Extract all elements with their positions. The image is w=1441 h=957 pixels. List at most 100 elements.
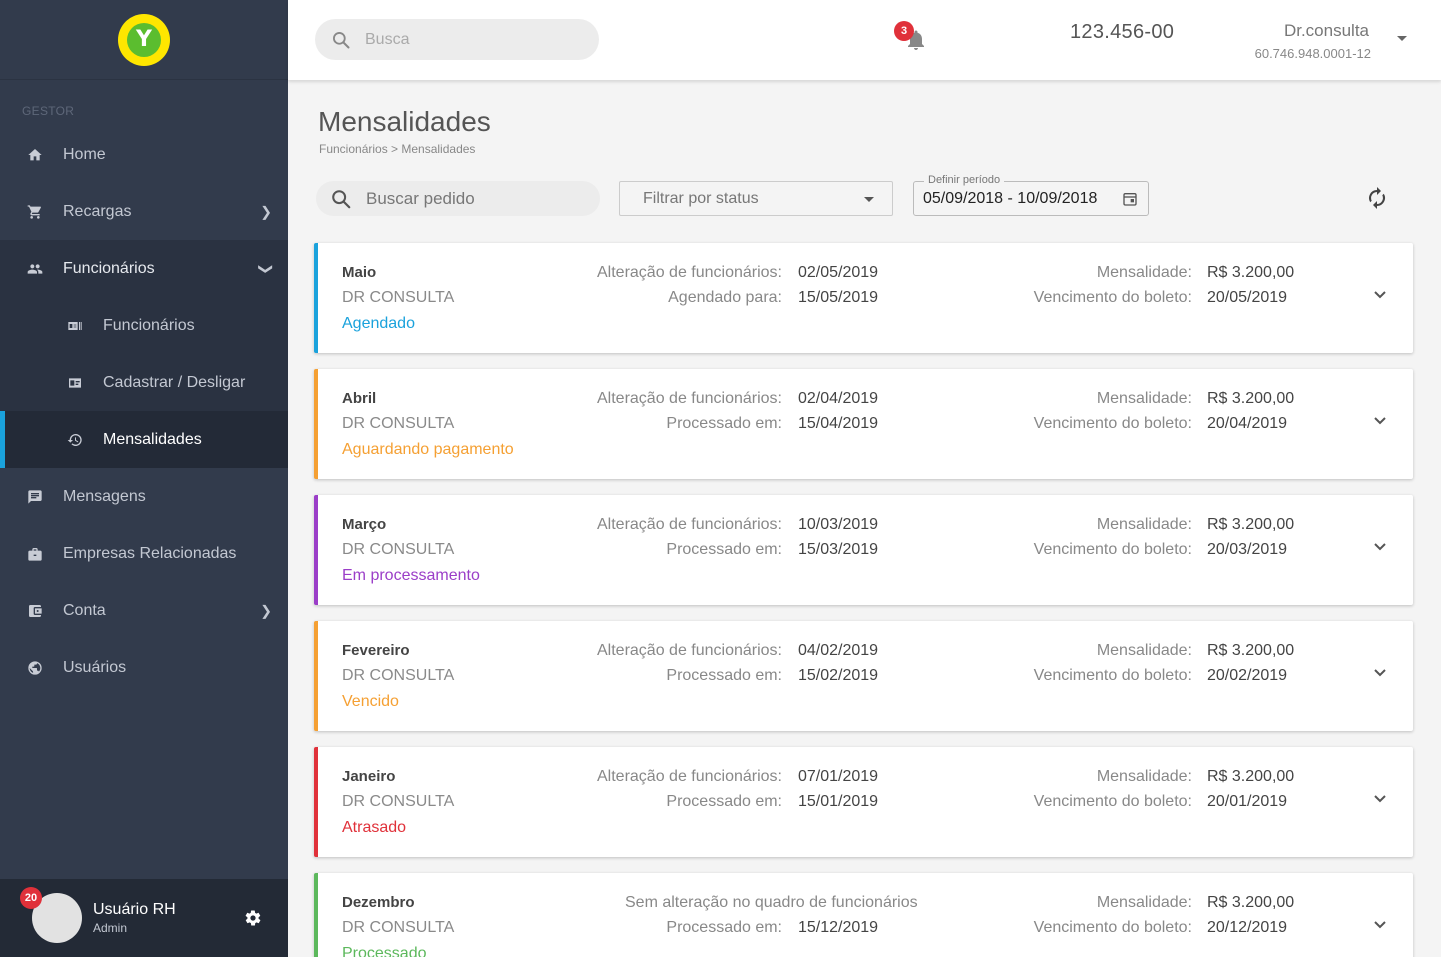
caret-down-icon (864, 197, 874, 202)
card-label-due: Vencimento do boleto: (1033, 667, 1192, 684)
card-value-due: 20/12/2019 (1207, 919, 1288, 936)
chevron-right-icon: ❯ (260, 203, 272, 219)
status-badge: Em processamento (342, 567, 480, 584)
card-value-due: 20/01/2019 (1207, 793, 1288, 810)
card-label-fee: Mensalidade: (1096, 768, 1192, 785)
card-company: DR CONSULTA (342, 289, 455, 306)
notifications-button[interactable]: 3 (892, 21, 932, 57)
sidebar-item-home[interactable]: Home (0, 126, 288, 183)
monthly-fee-card[interactable]: Dezembro DR CONSULTA Processado Sem alte… (314, 873, 1413, 957)
sidebar-item-label: Funcionários (103, 316, 195, 334)
card-value-changes: 04/02/2019 (798, 642, 879, 659)
sidebar-item-label: Home (63, 145, 106, 163)
sidebar-item-label: Funcionários (63, 259, 155, 277)
monthly-fee-card[interactable]: Janeiro DR CONSULTA Atrasado Alteração d… (314, 747, 1413, 857)
card-value-due: 20/02/2019 (1207, 667, 1288, 684)
chevron-down-icon[interactable] (1373, 668, 1387, 678)
order-search[interactable] (316, 181, 600, 216)
period-label: Definir período (924, 174, 1005, 186)
card-value-due: 20/04/2019 (1207, 415, 1288, 432)
card-company: DR CONSULTA (342, 793, 455, 810)
gear-icon[interactable] (244, 909, 262, 927)
topbar: 3 123.456-00 Dr.consulta 60.746.948.0001… (288, 0, 1441, 80)
card-label-date: Processado em: (666, 415, 782, 432)
monthly-fee-card[interactable]: Abril DR CONSULTA Aguardando pagamento A… (314, 369, 1413, 479)
sidebar-item-label: Mensagens (63, 487, 146, 505)
card-label-date: Processado em: (666, 919, 782, 936)
avatar[interactable]: 20 (20, 887, 82, 943)
sidebar-item-funcionarios[interactable]: Funcionários ❯ (0, 240, 288, 297)
submenu-funcionarios: Funcionários Cadastrar / Desligar Mensal… (0, 297, 288, 468)
status-filter-select[interactable]: Filtrar por status (619, 181, 893, 216)
global-search[interactable] (315, 19, 599, 60)
card-label-date: Processado em: (666, 541, 782, 558)
card-month: Janeiro (342, 768, 396, 785)
chevron-down-icon[interactable] (1373, 416, 1387, 426)
card-label-fee: Mensalidade: (1096, 264, 1192, 281)
user-info: Usuário RH Admin (93, 901, 176, 935)
card-label-due: Vencimento do boleto: (1033, 793, 1192, 810)
user-name: Usuário RH (93, 901, 176, 918)
sidebar-item-label: Recargas (63, 202, 132, 220)
sidebar-item-recargas[interactable]: Recargas ❯ (0, 183, 288, 240)
sidebar-subitem-mensalidades[interactable]: Mensalidades (0, 411, 288, 468)
briefcase-icon (26, 545, 44, 563)
sidebar-subitem-funcionarios[interactable]: Funcionários (0, 297, 288, 354)
history-icon (66, 431, 84, 449)
order-search-input[interactable] (366, 188, 586, 209)
sidebar-item-label: Cadastrar / Desligar (103, 373, 246, 391)
profile-id: 60.746.948.0001-12 (1254, 46, 1371, 61)
sidebar-item-label: Conta (63, 601, 106, 619)
period-picker[interactable]: Definir período 05/09/2018 - 10/09/2018 (913, 174, 1149, 216)
card-label-changes: Alteração de funcionários: (597, 264, 782, 281)
card-label-date: Processado em: (666, 667, 782, 684)
status-badge: Atrasado (342, 819, 407, 836)
card-label-due: Vencimento do boleto: (1033, 415, 1192, 432)
sidebar-subitem-cadastrar[interactable]: Cadastrar / Desligar (0, 354, 288, 411)
account-number: 123.456-00 (1070, 21, 1175, 43)
card-value-date: 15/04/2019 (798, 415, 879, 432)
message-icon (26, 488, 44, 506)
card-label-due: Vencimento do boleto: (1033, 541, 1192, 558)
card-label-date: Processado em: (666, 793, 782, 810)
card-company: DR CONSULTA (342, 541, 455, 558)
card-label-changes: Alteração de funcionários: (597, 516, 782, 533)
refresh-icon[interactable] (1365, 186, 1389, 210)
sidebar-item-conta[interactable]: Conta ❯ (0, 582, 288, 639)
chevron-down-icon[interactable] (1373, 542, 1387, 552)
card-value-date: 15/03/2019 (798, 541, 879, 558)
brand-logo[interactable]: Y (118, 13, 170, 66)
card-value-changes: 10/03/2019 (798, 516, 879, 533)
sidebar-item-mensagens[interactable]: Mensagens (0, 468, 288, 525)
card-label-fee: Mensalidade: (1096, 894, 1192, 911)
chevron-down-icon[interactable] (1373, 794, 1387, 804)
monthly-fee-card[interactable]: Fevereiro DR CONSULTA Vencido Alteração … (314, 621, 1413, 731)
card-value-changes: 02/05/2019 (798, 264, 879, 281)
card-label-due: Vencimento do boleto: (1033, 289, 1192, 306)
sidebar-item-usuarios[interactable]: Usuários (0, 639, 288, 696)
monthly-fee-card[interactable]: Maio DR CONSULTA Agendado Alteração de f… (314, 243, 1413, 353)
card-label-fee: Mensalidade: (1096, 390, 1192, 407)
user-notification-badge: 20 (20, 887, 42, 909)
card-label-date: Agendado para: (668, 289, 782, 306)
chevron-down-icon[interactable] (1373, 920, 1387, 930)
card-label-changes: Alteração de funcionários: (597, 390, 782, 407)
card-company: DR CONSULTA (342, 415, 455, 432)
chevron-down-icon[interactable] (1373, 290, 1387, 300)
breadcrumb[interactable]: Funcionários > Mensalidades (319, 142, 475, 156)
monthly-fee-card[interactable]: Março DR CONSULTA Em processamento Alter… (314, 495, 1413, 605)
badge-icon (66, 317, 84, 335)
card-value-changes: 07/01/2019 (798, 768, 879, 785)
card-value-date: 15/12/2019 (798, 919, 879, 936)
period-value: 05/09/2018 - 10/09/2018 (923, 189, 1098, 207)
sidebar-item-empresas[interactable]: Empresas Relacionadas (0, 525, 288, 582)
global-search-input[interactable] (365, 30, 565, 49)
logo-area: Y (0, 0, 288, 80)
card-company: DR CONSULTA (342, 919, 455, 936)
card-value-date: 15/01/2019 (798, 793, 879, 810)
caret-down-icon[interactable] (1397, 36, 1407, 41)
card-value-changes: 02/04/2019 (798, 390, 879, 407)
card-value-fee: R$ 3.200,00 (1207, 894, 1295, 911)
profile-name[interactable]: Dr.consulta (1284, 21, 1369, 41)
calendar-icon[interactable] (1122, 191, 1138, 207)
